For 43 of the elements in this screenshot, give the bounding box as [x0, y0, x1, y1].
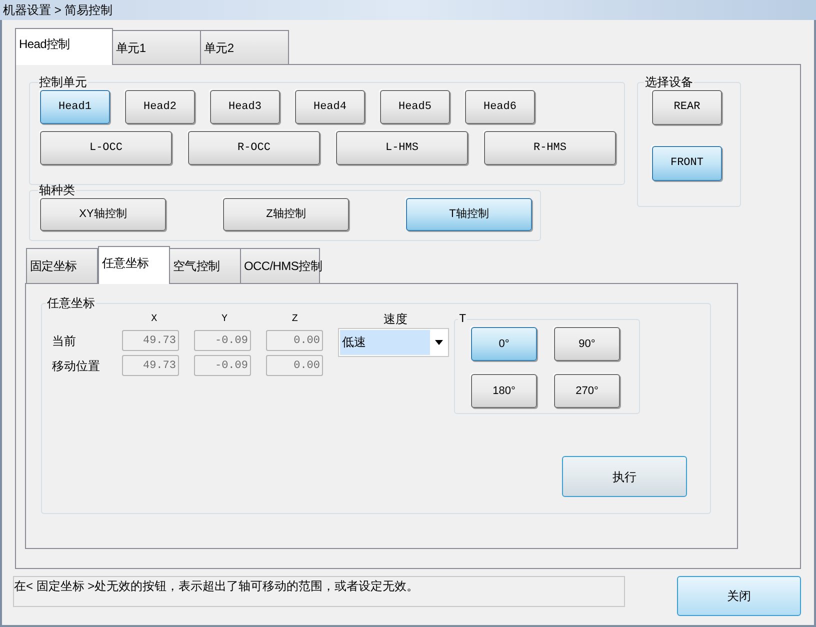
row-label: 移动位置: [52, 358, 101, 374]
tab[interactable]: 空气控制: [169, 248, 241, 283]
toggle-button[interactable]: Z轴控制: [223, 198, 349, 231]
speed-label: 速度: [382, 311, 408, 328]
toggle-button[interactable]: Head2: [125, 90, 195, 124]
toggle-button[interactable]: R-OCC: [188, 131, 320, 165]
tab[interactable]: 单元1: [112, 30, 201, 64]
tab[interactable]: 任意坐标: [98, 246, 170, 284]
toggle-button[interactable]: 90°: [554, 327, 620, 361]
column-header: Z: [290, 312, 299, 326]
dropdown-arrow-icon: [435, 340, 443, 345]
toggle-button[interactable]: 0°: [471, 327, 537, 361]
toggle-button[interactable]: Head5: [380, 90, 450, 124]
column-header: X: [150, 312, 158, 326]
column-header: Y: [220, 312, 228, 326]
toggle-button[interactable]: L-HMS: [336, 131, 468, 165]
row-label: 当前: [52, 332, 77, 350]
toggle-button[interactable]: L-OCC: [40, 131, 172, 165]
group-label: T: [458, 312, 468, 326]
group-label: 控制单元: [38, 75, 88, 89]
toggle-button[interactable]: Head1: [40, 90, 110, 124]
tab[interactable]: 单元2: [200, 30, 289, 64]
execute-button[interactable]: 执行: [562, 456, 687, 497]
group-label: 任意坐标: [46, 296, 96, 310]
toggle-button[interactable]: R-HMS: [484, 131, 616, 165]
toggle-button[interactable]: Head6: [465, 90, 535, 124]
toggle-button[interactable]: XY轴控制: [40, 198, 166, 231]
close-button[interactable]: 关闭: [677, 576, 801, 616]
toggle-button[interactable]: T轴控制: [406, 198, 532, 231]
status-message: 在< 固定坐标 >处无效的按钮，表示超出了轴可移动的范围，或者设定无效。: [13, 576, 625, 607]
group-label: 轴种类: [38, 183, 76, 197]
toggle-button[interactable]: FRONT: [652, 146, 722, 181]
group-label: 选择设备: [644, 75, 694, 89]
toggle-button[interactable]: Head3: [210, 90, 280, 124]
tab[interactable]: Head控制: [15, 28, 113, 65]
toggle-button[interactable]: 270°: [554, 374, 620, 408]
speed-dropdown[interactable]: 低速: [338, 328, 449, 357]
toggle-button[interactable]: 180°: [471, 374, 537, 408]
tab[interactable]: 固定坐标: [26, 248, 98, 283]
window-title: 机器设置 > 简易控制: [3, 4, 113, 16]
toggle-button[interactable]: Head4: [295, 90, 365, 124]
toggle-button[interactable]: REAR: [652, 90, 722, 125]
tab[interactable]: OCC/HMS控制: [240, 248, 320, 283]
